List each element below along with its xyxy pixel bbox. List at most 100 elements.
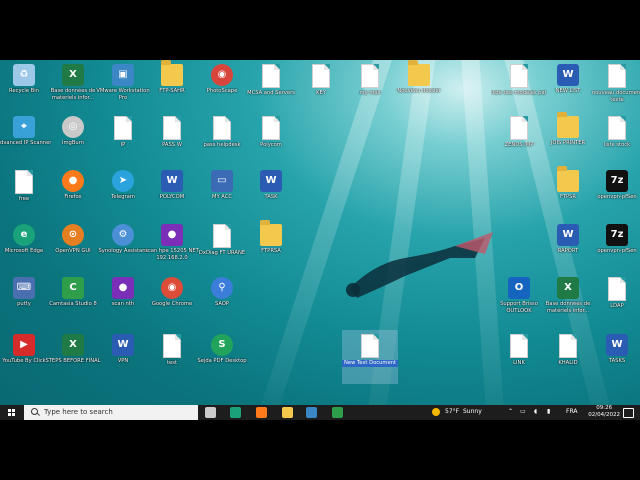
weather-sun-icon[interactable]	[432, 408, 440, 416]
desktop-icon[interactable]: DxDiag FT URANE	[194, 220, 250, 274]
desktop-icon-label: POLYCOM	[159, 194, 185, 200]
desktop-icon[interactable]: test	[144, 330, 200, 384]
desktop-icon[interactable]: JOIS PRINTER	[540, 112, 596, 166]
desktop-icon[interactable]: IP	[95, 112, 151, 166]
desktop-icon[interactable]: liste des modèles par	[491, 60, 547, 114]
weather-text[interactable]: Sunny	[463, 408, 482, 415]
desktop-icon[interactable]: liste stock	[589, 112, 640, 166]
desktop-icon[interactable]: ▭ MY ACC	[194, 166, 250, 220]
desktop-icon[interactable]: Nouveau dossier	[391, 60, 447, 114]
desktop-icon-label: openvpn-pfSen	[597, 248, 637, 254]
desktop-icon[interactable]: KEY	[293, 60, 349, 114]
desktop-icon[interactable]: C Camtasia Studio 8	[45, 273, 101, 327]
taskbar-camtasia-icon[interactable]	[332, 407, 343, 418]
desktop-icon[interactable]: pass helpdesk	[194, 112, 250, 166]
desktop-icon-label: Google Chrome	[151, 301, 193, 307]
desktop-icon[interactable]: ZENDS IMP	[491, 112, 547, 166]
desktop-icon[interactable]: ⊙ OpenVPN GUI	[45, 220, 101, 274]
desktop-icon[interactable]: ◉ Google Chrome	[144, 273, 200, 327]
document-icon	[163, 116, 181, 140]
desktop-icon[interactable]: X STEPS BEFORE FINAL	[45, 330, 101, 384]
recycle-bin-icon: ♻	[13, 64, 35, 86]
word-icon: W	[557, 224, 579, 246]
desktop-icon[interactable]: W NEW LIST	[540, 60, 596, 114]
desktop-icon[interactable]: LINK	[491, 330, 547, 384]
desktop-icon-label: Firefox	[64, 194, 82, 200]
desktop[interactable]: ♻ Recycle Bin X Base données de matériels i…	[0, 60, 640, 420]
desktop-icon[interactable]: ◎ ImgBurn	[45, 112, 101, 166]
ip-scanner-icon: ⌖	[13, 116, 35, 138]
desktop-icon[interactable]: PASS W	[144, 112, 200, 166]
desktop-icon[interactable]: X Base données de matériels infor...	[540, 273, 596, 327]
photoscape-icon: ◉	[211, 64, 233, 86]
desktop-icon[interactable]: O Support Brisso OUTLOOK	[491, 273, 547, 327]
camtasia-icon: C	[62, 277, 84, 299]
desktop-icon[interactable]: MCSA and Servers	[243, 60, 299, 114]
desktop-icon[interactable]: ▣ VMware Workstation Pro	[95, 60, 151, 114]
clock[interactable]: 09:26 02/04/2022	[588, 405, 620, 419]
desktop-icon-label: RAPORT	[557, 248, 579, 254]
desktop-icon-label: NEW LIST	[555, 88, 581, 94]
desktop-icon-label: FTPRSA	[261, 248, 281, 254]
desktop-icon[interactable]: X Base données de matériels infor...	[45, 60, 101, 114]
desktop-icon[interactable]: my mail	[342, 60, 398, 114]
word-icon: W	[606, 334, 628, 356]
taskbar-vmware-icon[interactable]	[306, 407, 317, 418]
desktop-icon[interactable]: ⚲ SAOP	[194, 273, 250, 327]
volume-icon[interactable]: ◖	[534, 408, 537, 415]
desktop-icon-label: OpenVPN GUI	[55, 248, 91, 254]
desktop-icon[interactable]: KHALID	[540, 330, 596, 384]
document-icon	[510, 116, 528, 140]
desktop-icon[interactable]: nouveau document texte	[589, 60, 640, 114]
excel-doc-icon: X	[62, 334, 84, 356]
desktop-icon-label: pass helpdesk	[203, 142, 241, 148]
network-icon[interactable]: ▭	[520, 408, 526, 415]
desktop-icon[interactable]: ● scan nth	[95, 273, 151, 327]
start-button[interactable]	[0, 405, 24, 420]
taskbar-edge-icon[interactable]	[230, 407, 241, 418]
desktop-icon-label: liste stock	[603, 142, 631, 148]
desktop-icon[interactable]: FTPRSA	[243, 220, 299, 274]
desktop-icon[interactable]: 7z openvpn-pfSen	[589, 220, 640, 274]
desktop-icon[interactable]: FTPSR	[540, 166, 596, 220]
desktop-icon[interactable]: LDAP	[589, 273, 640, 327]
desktop-icon[interactable]: ⚙ Synology Assistant	[95, 220, 151, 274]
chevron-up-icon[interactable]: ⌃	[508, 408, 513, 415]
desktop-icon[interactable]: S Sejda PDF Desktop	[194, 330, 250, 384]
desktop-icon[interactable]: ● scan hpe 15205 NET 192.168.2.0	[144, 220, 200, 274]
desktop-icon-label: VPN	[117, 358, 129, 364]
desktop-icon-label: STEPS BEFORE FINAL	[45, 358, 101, 364]
desktop-icon[interactable]: Polycom	[243, 112, 299, 166]
desktop-icon-label: Sejda PDF Desktop	[197, 358, 247, 364]
desktop-icon-label: Base données de matériels infor...	[50, 88, 96, 101]
desktop-icon[interactable]: W RAPORT	[540, 220, 596, 274]
clock-time: 09:26	[596, 405, 613, 411]
desktop-icon-label: IP	[120, 142, 126, 148]
firefox-shortcut-icon: ●	[161, 224, 183, 246]
desktop-icon[interactable]: W TASK	[243, 166, 299, 220]
desktop-icon[interactable]: W VPN	[95, 330, 151, 384]
language-indicator[interactable]: FRA	[566, 408, 577, 415]
desktop-icon[interactable]: New Text Document	[342, 330, 398, 384]
openvpn-icon: ⊙	[62, 224, 84, 246]
desktop-icon[interactable]: W TASKS	[589, 330, 640, 384]
desktop-icon[interactable]: ● Firefox	[45, 166, 101, 220]
desktop-icon[interactable]: ➤ Telegram	[95, 166, 151, 220]
desktop-icon[interactable]: W POLYCOM	[144, 166, 200, 220]
search-placeholder: Type here to search	[44, 408, 113, 416]
desktop-icon[interactable]: FTP-SAHR	[144, 60, 200, 114]
zip-folder-icon	[161, 60, 183, 86]
taskbar-file-explorer-icon[interactable]	[282, 407, 293, 418]
taskbar-firefox-icon[interactable]	[256, 407, 267, 418]
battery-icon[interactable]: ▮	[547, 408, 550, 415]
notification-icon[interactable]	[623, 408, 634, 418]
desktop-icon-label: ImgBurn	[61, 140, 85, 146]
desktop-icon[interactable]: 7z openvpn-pfSen	[589, 166, 640, 220]
desktop-icon-label: Support Brisso OUTLOOK	[500, 301, 538, 314]
desktop-icon[interactable]: ◉ PhotoScape	[194, 60, 250, 114]
taskbar-task-view-icon[interactable]	[205, 407, 216, 418]
desktop-icon-label: TASKS	[608, 358, 626, 364]
7z-sfx-icon: 7z	[606, 170, 628, 192]
weather-temp[interactable]: 57°F	[445, 408, 459, 415]
search-input[interactable]: Type here to search	[24, 405, 198, 420]
